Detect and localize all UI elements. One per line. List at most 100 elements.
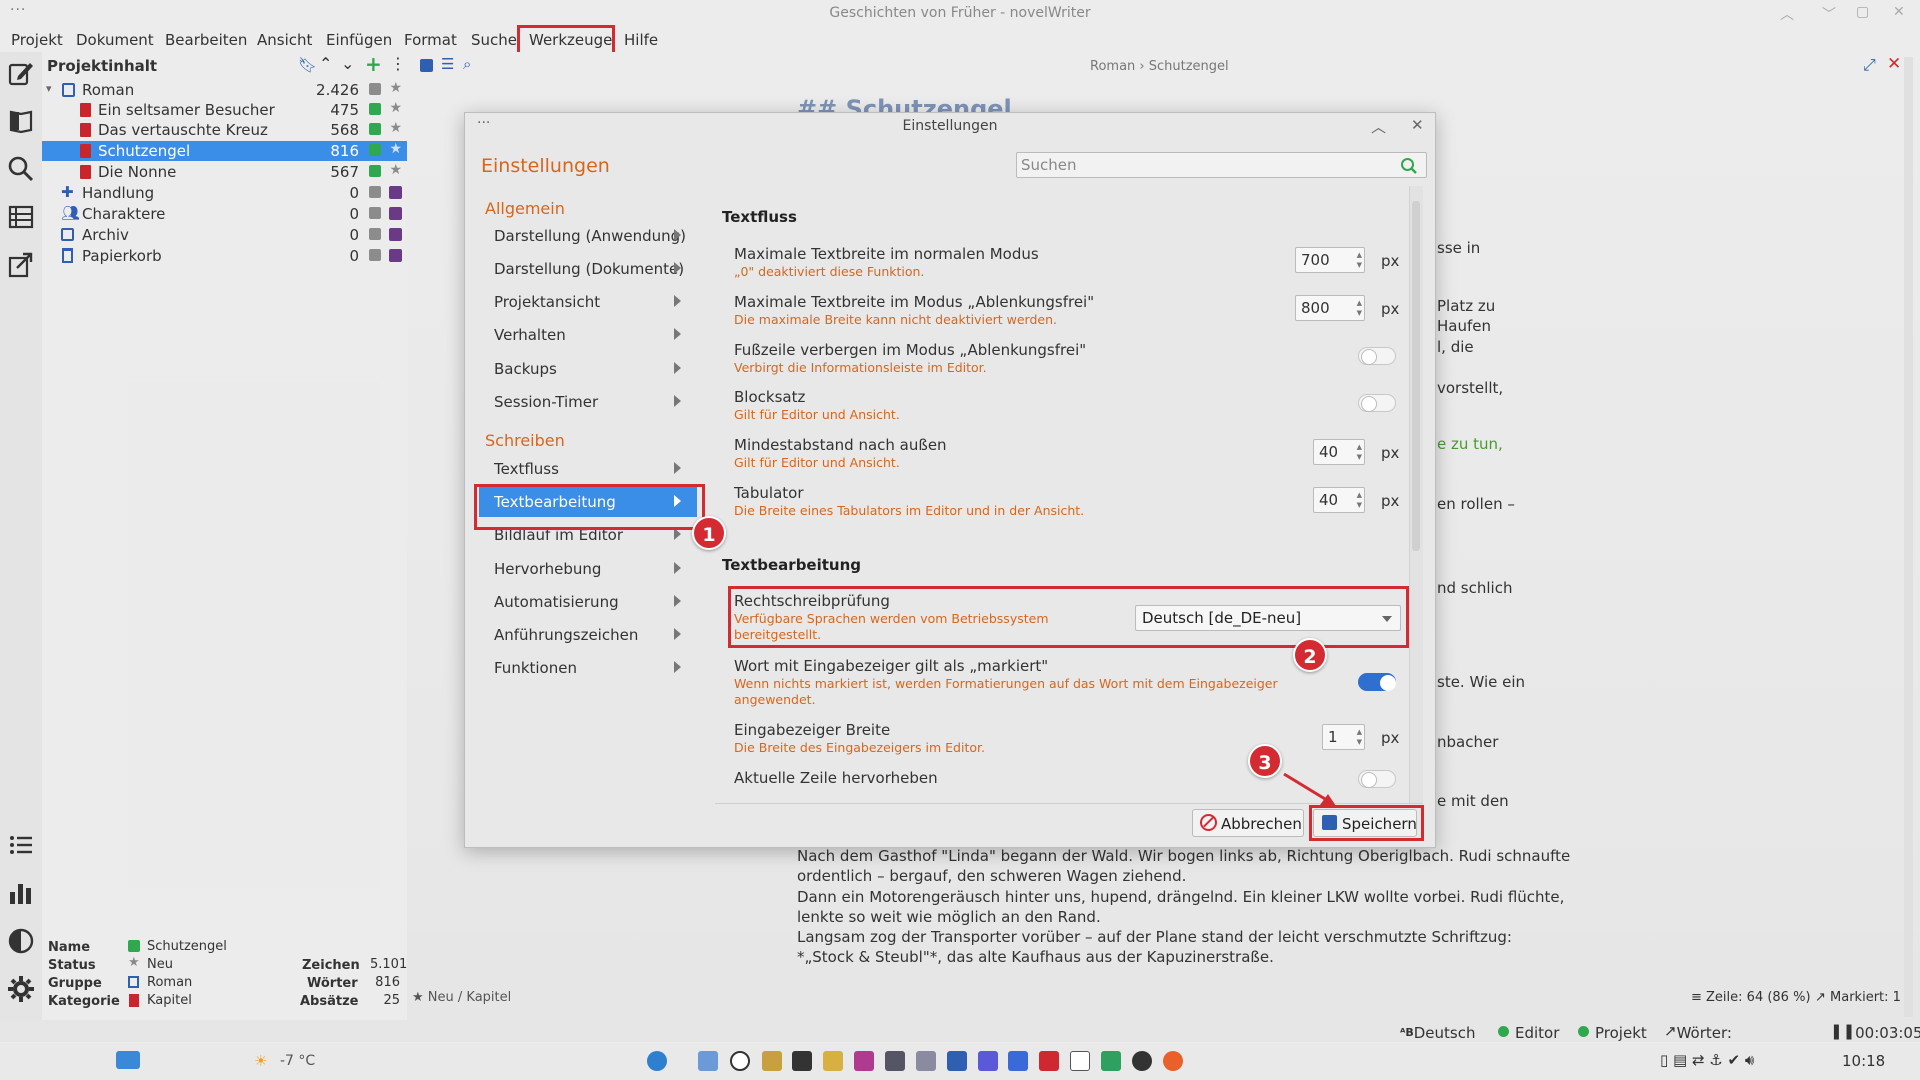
outline-icon[interactable]: ☰ xyxy=(441,55,454,73)
taskbar-search-icon[interactable] xyxy=(730,1051,750,1071)
editor-scrollbar[interactable] xyxy=(1904,57,1913,1017)
option-description: Verbirgt die Informationsleiste im Edito… xyxy=(734,360,987,375)
spin-arrows-icon[interactable]: ▲ ▼ xyxy=(1357,298,1362,318)
tree-menu-icon[interactable]: ⋮ xyxy=(390,54,406,73)
session-timer[interactable]: ❚❚ 00:03:05 xyxy=(1830,1022,1920,1042)
option-label: Maximale Textbreite im Modus „Ablenkungs… xyxy=(734,293,1095,311)
nav-item-automation[interactable]: Automatisierung xyxy=(479,587,697,617)
menu-bearbeiten[interactable]: Bearbeiten xyxy=(165,31,247,49)
nav-item-project-view[interactable]: Projektansicht xyxy=(479,287,697,317)
menu-dokument[interactable]: Dokument xyxy=(76,31,154,49)
add-item-icon[interactable]: + xyxy=(365,52,382,76)
nav-item-textflow[interactable]: Textfluss xyxy=(479,454,697,484)
terminal-icon[interactable] xyxy=(792,1051,812,1071)
spin-arrows-icon[interactable]: ▲ ▼ xyxy=(1357,490,1362,510)
menu-format[interactable]: Format xyxy=(404,31,457,49)
tree-item-papierkorb[interactable]: Papierkorb 0 xyxy=(42,246,407,266)
theme-toggle-icon[interactable] xyxy=(6,926,36,956)
editor-line: ordentlich – bergauf, den schweren Wagen… xyxy=(797,867,1187,885)
spell-language[interactable]: ᴬB Deutsch xyxy=(1400,1022,1476,1042)
cursor-width-spinbox[interactable]: 1 ▲ ▼ xyxy=(1322,724,1365,750)
tree-item-chapter[interactable]: Das vertauschte Kreuz 568 ★ xyxy=(42,120,407,140)
nav-item-quotes[interactable]: Anführungszeichen xyxy=(479,620,697,650)
app-icon[interactable] xyxy=(885,1051,905,1071)
focus-width-spinbox[interactable]: 800 ▲ ▼ xyxy=(1295,295,1365,321)
margin-spinbox[interactable]: 40 ▲ ▼ xyxy=(1313,439,1365,465)
pdf-icon[interactable] xyxy=(1039,1051,1059,1071)
editor-search-icon[interactable]: ⌕ xyxy=(463,55,471,73)
tree-item-chapter[interactable]: Die Nonne 567 ★ xyxy=(42,162,407,182)
app-icon[interactable] xyxy=(916,1051,936,1071)
dialog-title: Einstellungen xyxy=(902,118,998,134)
nav-item-appearance-app[interactable]: Darstellung (Anwendung) xyxy=(479,221,697,251)
maximize-icon[interactable]: ▢ xyxy=(1856,4,1869,20)
highlight-line-toggle[interactable] xyxy=(1358,770,1396,788)
dialog-close-icon[interactable]: ✕ xyxy=(1411,116,1424,134)
book-icon[interactable] xyxy=(6,106,36,136)
move-up-icon[interactable]: ⌃ xyxy=(319,54,332,73)
tree-item-handlung[interactable]: ✚ Handlung 0 xyxy=(42,183,407,203)
spin-arrows-icon[interactable]: ▲ ▼ xyxy=(1357,250,1362,270)
minimize-icon[interactable]: ︿ xyxy=(1780,4,1794,24)
nav-item-behaviour[interactable]: Verhalten xyxy=(479,320,697,350)
max-width-spinbox[interactable]: 700 ▲ ▼ xyxy=(1295,247,1365,273)
hide-footer-toggle[interactable] xyxy=(1358,347,1396,365)
document-app-icon[interactable] xyxy=(1070,1051,1090,1071)
spin-arrows-icon[interactable]: ▲ ▼ xyxy=(1357,727,1362,747)
search-icon[interactable] xyxy=(1400,157,1418,175)
nav-item-session-timer[interactable]: Session-Timer xyxy=(479,387,697,417)
status-done-icon xyxy=(128,940,140,952)
tree-item-selected[interactable]: Schutzengel 816 ★ xyxy=(42,141,407,161)
app-icon[interactable] xyxy=(1101,1051,1121,1071)
document-mode-icon[interactable] xyxy=(420,59,433,72)
cursor-word-toggle[interactable] xyxy=(1358,673,1396,691)
collapse-arrow-icon[interactable]: ▾ xyxy=(46,82,52,95)
export-icon[interactable] xyxy=(6,250,36,280)
firefox-icon[interactable] xyxy=(1163,1051,1183,1071)
folder-icon[interactable] xyxy=(823,1051,843,1071)
menu-hilfe[interactable]: Hilfe xyxy=(624,31,658,49)
statistics-icon[interactable] xyxy=(6,878,36,908)
app-icon[interactable] xyxy=(762,1051,782,1071)
tray-icons[interactable]: ▯ ▤ ⇄ ⚓ ✔ 🔊︎ xyxy=(1660,1051,1754,1069)
tree-item-archiv[interactable]: Archiv 0 xyxy=(42,225,407,245)
search-icon[interactable] xyxy=(6,154,36,184)
settings-scroll-thumb[interactable] xyxy=(1412,201,1420,551)
novelwriter-icon[interactable] xyxy=(947,1051,967,1071)
tab-width-spinbox[interactable]: 40 ▲ ▼ xyxy=(1313,487,1365,513)
menu-suche[interactable]: Suche xyxy=(471,31,517,49)
github-icon[interactable] xyxy=(1132,1051,1152,1071)
tree-item-roman[interactable]: ▾ Roman 2.426 ★ xyxy=(42,80,407,100)
files-icon[interactable] xyxy=(698,1051,718,1071)
nav-item-backups[interactable]: Backups xyxy=(479,354,697,384)
app-icon[interactable] xyxy=(854,1051,874,1071)
menu-einfuegen[interactable]: Einfügen xyxy=(326,31,392,49)
close-editor-icon[interactable]: ✕ xyxy=(1887,54,1901,74)
tree-item-chapter[interactable]: Ein seltsamer Besucher 475 ★ xyxy=(42,100,407,120)
status-gray-icon xyxy=(369,249,381,261)
close-window-icon[interactable]: ✕ xyxy=(1893,4,1905,20)
list-icon[interactable] xyxy=(6,830,36,860)
desktop-icon[interactable] xyxy=(116,1051,140,1069)
edit-document-icon[interactable] xyxy=(6,58,36,88)
app-launcher-icon[interactable] xyxy=(647,1051,667,1071)
tree-item-charaktere[interactable]: 👥︎ Charaktere 0 xyxy=(42,204,407,224)
bookmark-icon[interactable]: 🔖︎ xyxy=(298,56,317,74)
restore-icon[interactable]: ﹀ xyxy=(1822,4,1836,24)
settings-gear-icon[interactable] xyxy=(6,974,36,1004)
menu-projekt[interactable]: Projekt xyxy=(11,31,63,49)
nav-item-features[interactable]: Funktionen xyxy=(479,653,697,683)
focus-mode-icon[interactable]: ⤢ xyxy=(1863,55,1876,75)
cancel-button[interactable]: Abbrechen xyxy=(1192,809,1304,837)
move-down-icon[interactable]: ⌄ xyxy=(341,54,354,73)
app-icon[interactable] xyxy=(1008,1051,1028,1071)
outline-table-icon[interactable] xyxy=(6,202,36,232)
menu-ansicht[interactable]: Ansicht xyxy=(257,31,312,49)
settings-search-input[interactable]: Suchen xyxy=(1016,152,1427,178)
app-icon[interactable] xyxy=(978,1051,998,1071)
nav-item-highlighting[interactable]: Hervorhebung xyxy=(479,554,697,584)
nav-item-appearance-docs[interactable]: Darstellung (Dokumente) xyxy=(479,254,697,284)
spin-arrows-icon[interactable]: ▲ ▼ xyxy=(1357,442,1362,462)
dialog-collapse-icon[interactable]: ︿ xyxy=(1371,116,1386,137)
justify-toggle[interactable] xyxy=(1358,394,1396,412)
